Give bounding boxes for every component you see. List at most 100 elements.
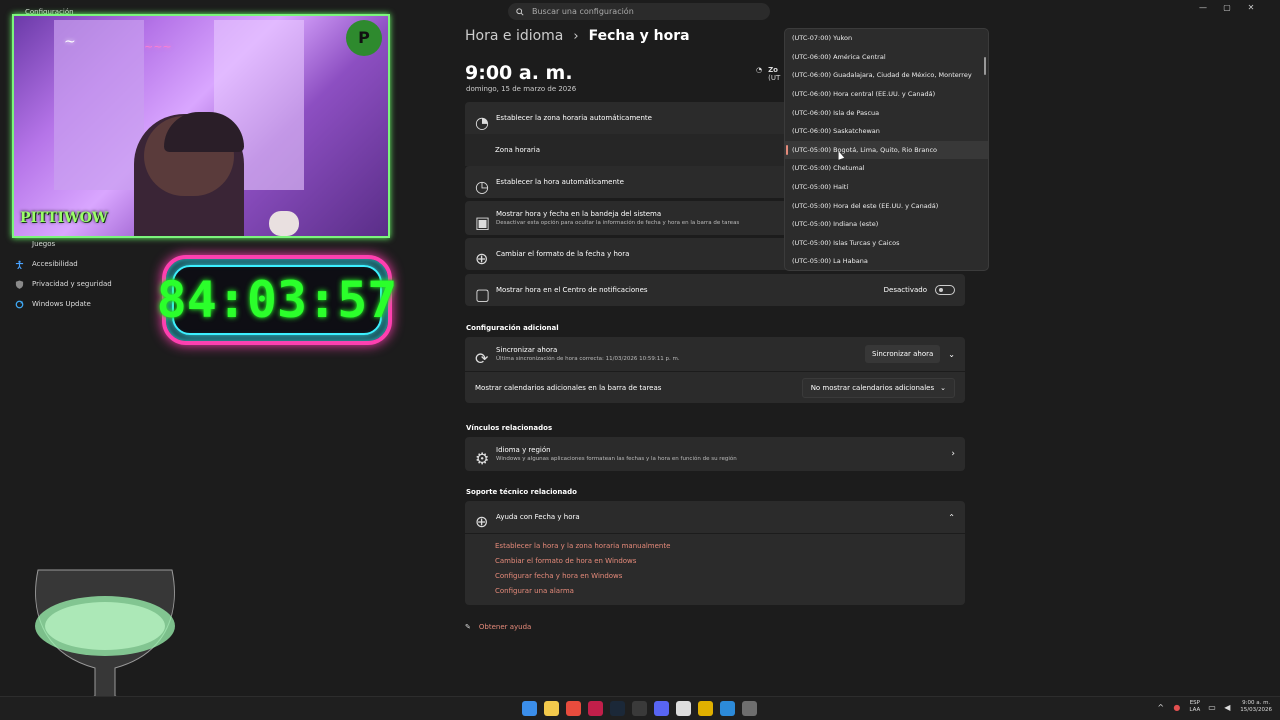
chevron-down-icon: ⌄ bbox=[940, 383, 946, 392]
steam-icon[interactable] bbox=[610, 701, 625, 716]
taskbar: ^ ● ESP LAA ▭ ◀ 9:00 a. m. 15/03/2026 bbox=[0, 696, 1280, 720]
sync-now-button[interactable]: Sincronizar ahora bbox=[864, 345, 941, 363]
app-yellow-icon[interactable] bbox=[698, 701, 713, 716]
timezone-option[interactable]: (UTC-05:00) Hora del este (EE.UU. y Cana… bbox=[785, 196, 988, 215]
sidebar-item-label: Windows Update bbox=[32, 300, 91, 308]
page-title: Fecha y hora bbox=[588, 28, 690, 44]
breadcrumb-parent[interactable]: Hora e idioma bbox=[465, 28, 563, 44]
sidebar-item-accesibilidad[interactable]: Accesibilidad bbox=[12, 254, 112, 274]
webcam-overlay: ~ ~~~ P PITTIWOW bbox=[12, 14, 390, 238]
notepad-icon[interactable] bbox=[676, 701, 691, 716]
adobe-icon[interactable] bbox=[588, 701, 603, 716]
chevron-down-icon[interactable]: ⌄ bbox=[948, 350, 955, 359]
timezone-option[interactable]: (UTC-05:00) La Habana bbox=[785, 252, 988, 270]
globe-clock-icon: ◔ bbox=[756, 66, 763, 74]
timezone-option[interactable]: (UTC-06:00) Isla de Pascua bbox=[785, 103, 988, 122]
timezone-label: Zona horaria bbox=[495, 146, 541, 154]
auto-time-label: Establecer la hora automáticamente bbox=[496, 178, 624, 186]
timezone-header-label: Zo bbox=[768, 66, 778, 74]
photos-icon[interactable] bbox=[720, 701, 735, 716]
timezone-option[interactable]: (UTC-06:00) América Central bbox=[785, 48, 988, 67]
language-indicator[interactable]: ESP LAA bbox=[1189, 700, 1200, 714]
discord-icon[interactable] bbox=[654, 701, 669, 716]
timezone-option[interactable]: (UTC-06:00) Guadalajara, Ciudad de Méxic… bbox=[785, 66, 988, 85]
minimize-button[interactable]: — bbox=[1198, 2, 1208, 14]
settings-icon[interactable] bbox=[742, 701, 757, 716]
help-link[interactable]: Configurar fecha y hora en Windows bbox=[495, 572, 935, 580]
chevron-up-icon[interactable]: ^ bbox=[1157, 703, 1165, 712]
dropdown-scrollbar[interactable] bbox=[984, 57, 986, 75]
help-link[interactable]: Establecer la hora y la zona horaria man… bbox=[495, 542, 935, 550]
additional-heading: Configuración adicional bbox=[466, 324, 559, 332]
sync-row: ⟳ Sincronizar ahora Última sincronizació… bbox=[465, 337, 965, 371]
globe-icon: ⊕ bbox=[475, 511, 489, 531]
settings-search[interactable] bbox=[508, 3, 770, 20]
language-region-title: Idioma y región bbox=[496, 446, 551, 454]
format-label: Cambiar el formato de la fecha y hora bbox=[496, 250, 630, 258]
volume-icon[interactable]: ◀ bbox=[1224, 703, 1232, 712]
timezone-header: ◔ Zo (UT bbox=[756, 66, 780, 82]
sidebar-item-label: Juegos bbox=[32, 240, 56, 248]
help-card: ⊕ Ayuda con Fecha y hora ⌃ Establecer la… bbox=[465, 501, 965, 605]
globe-clock-icon: ◔ bbox=[475, 112, 489, 132]
start-icon[interactable] bbox=[522, 701, 537, 716]
sync-title: Sincronizar ahora bbox=[496, 346, 558, 354]
calendars-value: No mostrar calendarios adicionales bbox=[810, 383, 935, 392]
get-help-link[interactable]: ✎ Obtener ayuda bbox=[465, 623, 531, 631]
timezone-option[interactable]: (UTC-06:00) Saskatchewan bbox=[785, 122, 988, 141]
notif-center-toggle[interactable] bbox=[935, 285, 955, 295]
help-link[interactable]: Configurar una alarma bbox=[495, 587, 935, 595]
help-links: Establecer la hora y la zona horaria man… bbox=[465, 533, 965, 605]
microphone bbox=[269, 211, 299, 236]
sidebar-item-privacidad[interactable]: Privacidad y seguridad bbox=[12, 274, 112, 294]
maximize-button[interactable]: ▢ bbox=[1222, 2, 1232, 14]
timezone-option[interactable]: (UTC-05:00) Indiana (este) bbox=[785, 215, 988, 234]
microphone-icon[interactable]: ● bbox=[1173, 703, 1181, 712]
stream-timer: 84:03:57 bbox=[157, 255, 397, 345]
obs-icon[interactable] bbox=[632, 701, 647, 716]
timezone-dropdown-list[interactable]: (UTC-07:00) Yukon (UTC-06:00) América Ce… bbox=[784, 28, 989, 271]
auto-timezone-label: Establecer la zona horaria automáticamen… bbox=[496, 114, 652, 122]
timezone-option[interactable]: (UTC-05:00) Haití bbox=[785, 178, 988, 197]
calendars-label: Mostrar calendarios adicionales en la ba… bbox=[475, 383, 662, 392]
notif-center-row: ▢ Mostrar hora en el Centro de notificac… bbox=[465, 274, 965, 306]
help-chat-icon: ✎ bbox=[465, 623, 471, 631]
notif-center-state: Desactivado bbox=[883, 286, 927, 294]
help-title: Ayuda con Fecha y hora bbox=[496, 513, 580, 521]
timezone-option[interactable]: (UTC-06:00) Hora central (EE.UU. y Canad… bbox=[785, 85, 988, 104]
close-button[interactable]: ✕ bbox=[1246, 2, 1256, 14]
timezone-option[interactable]: (UTC-07:00) Yukon bbox=[785, 29, 988, 48]
help-row[interactable]: ⊕ Ayuda con Fecha y hora ⌃ bbox=[465, 501, 965, 533]
get-help-label: Obtener ayuda bbox=[478, 623, 532, 631]
calendars-dropdown[interactable]: No mostrar calendarios adicionales ⌄ bbox=[801, 377, 955, 398]
timezone-option[interactable]: (UTC-05:00) Chetumal bbox=[785, 159, 988, 178]
chevron-up-icon[interactable]: ⌃ bbox=[948, 513, 955, 522]
chevron-right-icon: › bbox=[951, 449, 955, 459]
sidebar-item-windows-update[interactable]: Windows Update bbox=[12, 294, 112, 314]
clock-icon: ◷ bbox=[475, 176, 489, 196]
breadcrumb: Hora e idioma › Fecha y hora bbox=[465, 28, 690, 44]
notif-center-card: ▢ Mostrar hora en el Centro de notificac… bbox=[465, 274, 965, 306]
timezone-option[interactable]: (UTC-05:00) Islas Turcas y Caicos bbox=[785, 234, 988, 253]
timer-value: 84:03:57 bbox=[156, 271, 398, 329]
sidebar-nav: Juegos Accesibilidad Privacidad y seguri… bbox=[12, 234, 112, 314]
chrome-icon[interactable] bbox=[566, 701, 581, 716]
taskbar-time: 9:00 a. m. bbox=[1242, 700, 1271, 706]
language-region-row[interactable]: ⚙ Idioma y región Windows y algunas apli… bbox=[465, 437, 965, 471]
file-explorer-icon[interactable] bbox=[544, 701, 559, 716]
help-link[interactable]: Cambiar el formato de hora en Windows bbox=[495, 557, 935, 565]
taskbar-clock[interactable]: 9:00 a. m. 15/03/2026 bbox=[1240, 700, 1272, 714]
notification-icon: ▢ bbox=[475, 284, 491, 304]
sidebar-item-label: Accesibilidad bbox=[32, 260, 78, 268]
related-links-heading: Vínculos relacionados bbox=[466, 424, 553, 432]
sidebar-item-label: Privacidad y seguridad bbox=[32, 280, 112, 288]
network-icon[interactable]: ▭ bbox=[1208, 703, 1216, 712]
gamepad-icon bbox=[15, 240, 24, 249]
language-region-description: Windows y algunas aplicaciones formatean… bbox=[496, 456, 737, 462]
accessibility-icon bbox=[15, 260, 24, 269]
search-icon bbox=[516, 7, 524, 16]
timezone-option-selected[interactable]: (UTC-05:00) Bogotá, Lima, Quito, Rio Bra… bbox=[785, 140, 988, 160]
support-heading: Soporte técnico relacionado bbox=[466, 488, 577, 496]
search-input[interactable] bbox=[532, 7, 752, 16]
brand-logo: P bbox=[346, 20, 382, 56]
